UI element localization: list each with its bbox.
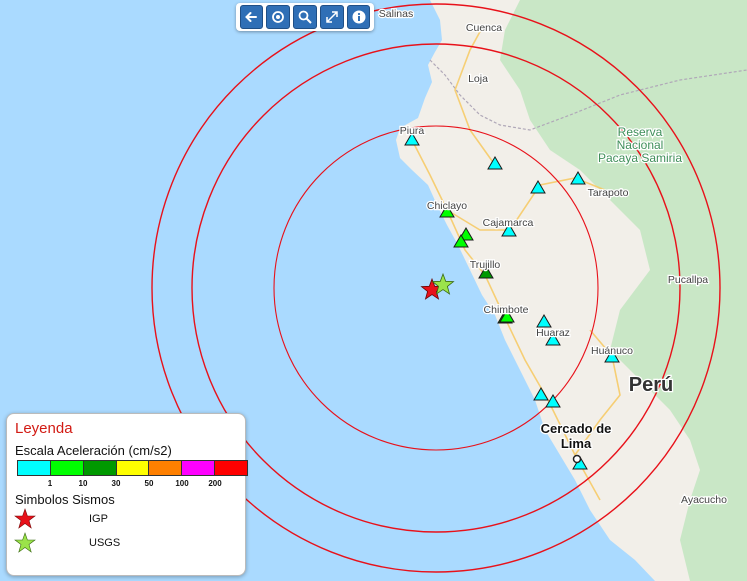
place-label: Huaraz xyxy=(536,327,570,339)
place-label: Huánuco xyxy=(591,345,633,357)
arrow-left-icon xyxy=(245,12,258,22)
place-label: Cajamarca xyxy=(483,217,534,229)
capital-marker xyxy=(572,454,582,464)
scale-tick-label: 10 xyxy=(78,479,88,488)
scale-title: Escala Aceleración (cm/s2) xyxy=(15,443,172,458)
scale-tick-label: 100 xyxy=(175,479,189,488)
igp-star-icon xyxy=(14,508,36,529)
locate-icon xyxy=(272,11,285,23)
info-icon xyxy=(352,10,366,24)
place-label: Salinas xyxy=(379,8,413,20)
expand-icon xyxy=(326,11,338,23)
scale-swatch xyxy=(149,461,183,475)
scale-ticks: 1 10 30 50 100 200 xyxy=(17,476,248,490)
scale-swatch xyxy=(83,461,117,475)
scale-tick-label: 50 xyxy=(144,479,154,488)
place-label: Chiclayo xyxy=(427,200,467,212)
scale-swatch xyxy=(116,461,150,475)
scale-tick-label: 200 xyxy=(208,479,222,488)
scale-swatch xyxy=(18,461,51,475)
place-label: Cercado de xyxy=(541,421,612,436)
acceleration-scale xyxy=(17,460,248,476)
legend-panel: Leyenda Escala Aceleración (cm/s2) 1 10 30… xyxy=(6,413,248,576)
info-button[interactable] xyxy=(346,5,371,29)
locate-button[interactable] xyxy=(266,5,291,29)
expand-button[interactable] xyxy=(319,5,344,29)
place-label: Chimbote xyxy=(484,304,529,316)
place-label: Trujillo xyxy=(470,259,501,271)
scale-swatch xyxy=(50,461,84,475)
place-label: Loja xyxy=(468,73,488,85)
symbols-title: Simbolos Sismos xyxy=(15,492,115,507)
igp-label: IGP xyxy=(89,513,108,525)
symbol-row-igp: IGP xyxy=(13,507,239,531)
place-label: Piura xyxy=(400,125,425,137)
usgs-star-icon xyxy=(14,532,36,553)
place-label: Lima xyxy=(561,436,592,451)
scale-swatch xyxy=(215,461,248,475)
scale-swatch xyxy=(182,461,216,475)
scale-tick-label: 1 xyxy=(47,479,53,488)
symbol-row-usgs: USGS xyxy=(13,531,239,555)
map-toolbar xyxy=(236,3,374,31)
place-label: Tarapoto xyxy=(588,187,629,199)
country-label: Perú xyxy=(629,374,673,396)
usgs-label: USGS xyxy=(89,537,121,549)
place-label: Pucallpa xyxy=(668,274,708,286)
legend-title: Leyenda xyxy=(15,420,73,437)
zoom-icon xyxy=(298,10,312,24)
scale-tick-label: 30 xyxy=(111,479,121,488)
park-label: Pacaya Samiria xyxy=(598,151,682,165)
park-label: Nacional xyxy=(617,138,664,152)
place-label: Cuenca xyxy=(466,22,502,34)
park-label: Reserva xyxy=(618,125,663,139)
back-button[interactable] xyxy=(239,5,264,29)
place-label: Ayacucho xyxy=(681,494,727,506)
zoom-button[interactable] xyxy=(293,5,317,29)
